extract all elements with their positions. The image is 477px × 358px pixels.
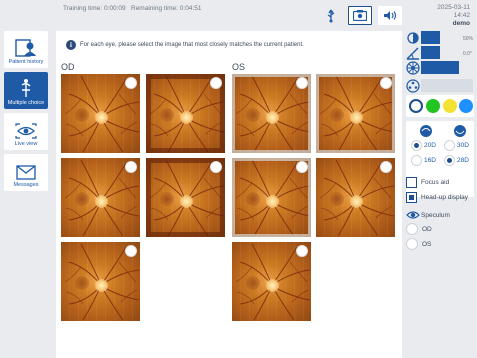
nav-live-view[interactable]: Live view xyxy=(4,113,48,150)
angle-value: 0.0° xyxy=(463,51,472,57)
image-select-radio[interactable] xyxy=(210,77,222,89)
brightness-icon xyxy=(407,32,419,44)
brightness-value: 50% xyxy=(463,36,474,42)
current-user: demo xyxy=(452,20,470,27)
angle-icon xyxy=(406,47,419,60)
current-date: 2025-03-11 xyxy=(437,4,470,11)
fundus-image-option[interactable] xyxy=(61,242,140,321)
camera-icon xyxy=(353,10,367,21)
fundus-image-option[interactable] xyxy=(316,74,395,153)
illumination-icon xyxy=(406,79,420,93)
aperture-icon xyxy=(406,61,420,75)
speculum-od-label: OD xyxy=(422,226,432,233)
filter-yellow[interactable] xyxy=(443,99,457,113)
speaker-icon xyxy=(384,11,397,20)
speculum-label: Speculum xyxy=(421,212,450,219)
lens-os-icon xyxy=(454,125,466,137)
image-select-radio[interactable] xyxy=(296,161,308,173)
image-select-radio[interactable] xyxy=(380,77,392,89)
head-up-display-checkbox[interactable] xyxy=(406,192,417,203)
filter-card xyxy=(406,95,474,117)
messages-icon xyxy=(16,165,36,180)
speculum-os-radio[interactable] xyxy=(406,238,418,250)
image-select-radio[interactable] xyxy=(125,77,137,89)
training-time: Training time: 0:00:09 xyxy=(63,5,126,12)
sound-button[interactable] xyxy=(378,6,402,25)
live-view-icon xyxy=(15,123,37,139)
angle-slider[interactable] xyxy=(421,46,440,59)
fundus-image-option[interactable] xyxy=(316,158,395,237)
image-select-radio[interactable] xyxy=(125,161,137,173)
nav-multiple-choice[interactable]: Multiple choice xyxy=(4,72,48,109)
speculum-icon xyxy=(406,211,420,219)
fundus-image-option[interactable] xyxy=(232,74,311,153)
image-select-radio[interactable] xyxy=(210,161,222,173)
image-select-radio[interactable] xyxy=(296,245,308,257)
focus-aid-label: Focus aid xyxy=(421,179,450,186)
os-label: OS xyxy=(232,62,246,72)
image-select-radio[interactable] xyxy=(296,77,308,89)
fundus-image-option[interactable] xyxy=(146,74,225,153)
lens-28d-label: 28D xyxy=(457,157,469,164)
fundus-image-option[interactable] xyxy=(232,242,311,321)
fundus-image-option[interactable] xyxy=(61,74,140,153)
od-label: OD xyxy=(61,62,75,72)
info-icon: i xyxy=(66,40,76,50)
speculum-od-radio[interactable] xyxy=(406,223,418,235)
nav-label: Messages xyxy=(13,182,39,188)
current-time: 14:42 xyxy=(453,12,470,19)
illumination-slider[interactable] xyxy=(421,79,473,92)
lens-od-icon xyxy=(420,125,432,137)
multiple-choice-icon xyxy=(21,79,31,97)
lens-16d-radio[interactable] xyxy=(411,155,422,166)
filter-green[interactable] xyxy=(426,99,440,113)
nav-patient-history[interactable]: Patient history xyxy=(4,31,48,68)
nav-label: Patient history xyxy=(8,59,44,65)
top-bar: Training time: 0:00:09 Remaining time: 0… xyxy=(0,0,477,30)
usb-icon xyxy=(327,9,335,23)
lens-16d-label: 16D xyxy=(424,157,436,164)
capture-button[interactable] xyxy=(348,6,372,25)
nav-label: Live view xyxy=(14,141,38,147)
image-select-radio[interactable] xyxy=(125,245,137,257)
image-select-radio[interactable] xyxy=(380,161,392,173)
lens-30d-radio[interactable] xyxy=(444,140,455,151)
lens-28d-radio[interactable] xyxy=(444,155,455,166)
multiple-choice-panel: i For each eye, please select the image … xyxy=(56,31,402,358)
patient-history-icon xyxy=(15,39,36,57)
filter-white[interactable] xyxy=(409,99,423,113)
fundus-image-option[interactable] xyxy=(61,158,140,237)
focus-aid-checkbox[interactable] xyxy=(406,177,417,188)
lens-20d-radio[interactable] xyxy=(411,140,422,151)
nav-messages[interactable]: Messages xyxy=(4,154,48,191)
instruction-text: For each eye, please select the image th… xyxy=(80,42,304,48)
aperture-slider[interactable] xyxy=(421,61,459,74)
head-up-display-label: Head-up display xyxy=(421,194,468,201)
lens-30d-label: 30D xyxy=(457,142,469,149)
fundus-image-option[interactable] xyxy=(232,158,311,237)
remaining-time: Remaining time: 0:04:51 xyxy=(131,5,202,12)
nav-label: Multiple choice xyxy=(7,100,45,106)
lens-20d-label: 20D xyxy=(424,142,436,149)
speculum-os-label: OS xyxy=(422,241,432,248)
filter-blue[interactable] xyxy=(459,99,473,113)
fundus-image-option[interactable] xyxy=(146,158,225,237)
brightness-slider[interactable] xyxy=(421,31,440,44)
